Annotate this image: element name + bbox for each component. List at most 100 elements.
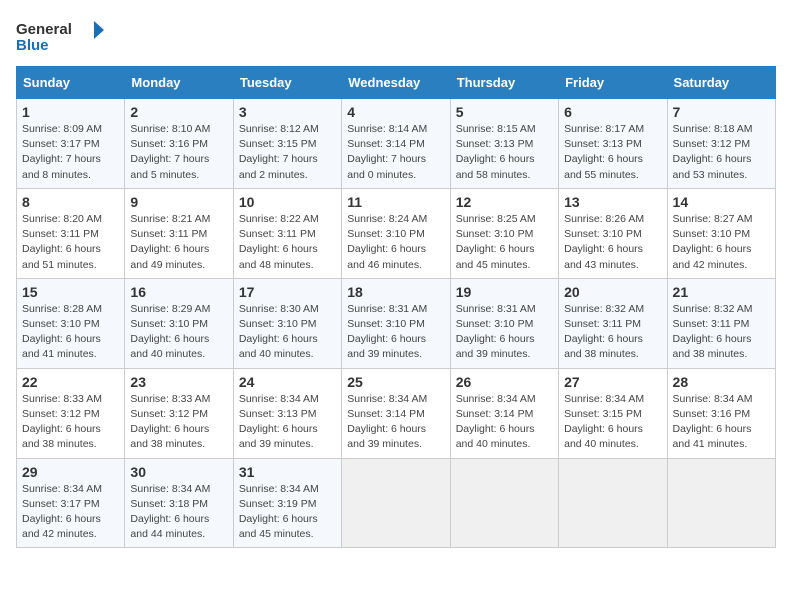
calendar-table: SundayMondayTuesdayWednesdayThursdayFrid… <box>16 66 776 548</box>
calendar-cell: 12 Sunrise: 8:25 AMSunset: 3:10 PMDayligh… <box>450 188 558 278</box>
day-number: 22 <box>22 374 119 390</box>
day-number: 11 <box>347 194 444 210</box>
day-number: 2 <box>130 104 227 120</box>
calendar-cell: 31Sunrise: 8:34 AMSunset: 3:19 PMDayligh… <box>233 458 341 548</box>
svg-text:General: General <box>16 21 72 38</box>
day-detail: Sunrise: 8:34 AMSunset: 3:16 PMDaylight:… <box>673 392 770 453</box>
day-detail: Sunrise: 8:31 AMSunset: 3:10 PMDaylight:… <box>347 302 444 363</box>
day-detail: Sunrise: 8:14 AMSunset: 3:14 PMDaylight:… <box>347 122 444 183</box>
day-number: 31 <box>239 464 336 480</box>
col-header-friday: Friday <box>559 67 667 99</box>
day-number: 16 <box>130 284 227 300</box>
day-number: 24 <box>239 374 336 390</box>
col-header-sunday: Sunday <box>17 67 125 99</box>
day-detail: Sunrise: 8:24 AMSunset: 3:10 PMDaylight:… <box>347 212 444 273</box>
calendar-cell: 8 Sunrise: 8:20 AMSunset: 3:11 PMDaylight… <box>17 188 125 278</box>
calendar-cell: 18 Sunrise: 8:31 AMSunset: 3:10 PMDayligh… <box>342 278 450 368</box>
day-number: 25 <box>347 374 444 390</box>
calendar-cell: 15 Sunrise: 8:28 AMSunset: 3:10 PMDayligh… <box>17 278 125 368</box>
logo-svg: General Blue <box>16 16 106 56</box>
day-detail: Sunrise: 8:32 AMSunset: 3:11 PMDaylight:… <box>564 302 661 363</box>
calendar-cell: 4 Sunrise: 8:14 AMSunset: 3:14 PMDaylight… <box>342 99 450 189</box>
day-number: 9 <box>130 194 227 210</box>
day-number: 14 <box>673 194 770 210</box>
calendar-cell: 23 Sunrise: 8:33 AMSunset: 3:12 PMDayligh… <box>125 368 233 458</box>
calendar-cell: 26Sunrise: 8:34 AMSunset: 3:14 PMDayligh… <box>450 368 558 458</box>
day-number: 26 <box>456 374 553 390</box>
col-header-tuesday: Tuesday <box>233 67 341 99</box>
day-number: 4 <box>347 104 444 120</box>
col-header-wednesday: Wednesday <box>342 67 450 99</box>
calendar-week-row: 8 Sunrise: 8:20 AMSunset: 3:11 PMDaylight… <box>17 188 776 278</box>
day-detail: Sunrise: 8:34 AMSunset: 3:13 PMDaylight:… <box>239 392 336 453</box>
col-header-monday: Monday <box>125 67 233 99</box>
day-number: 1 <box>22 104 119 120</box>
day-detail: Sunrise: 8:34 AMSunset: 3:15 PMDaylight:… <box>564 392 661 453</box>
calendar-cell: 9Sunrise: 8:21 AMSunset: 3:11 PMDaylight… <box>125 188 233 278</box>
day-detail: Sunrise: 8:09 AMSunset: 3:17 PMDaylight:… <box>22 122 119 183</box>
calendar-cell: 3 Sunrise: 8:12 AMSunset: 3:15 PMDaylight… <box>233 99 341 189</box>
day-detail: Sunrise: 8:34 AMSunset: 3:18 PMDaylight:… <box>130 482 227 543</box>
calendar-cell: 29Sunrise: 8:34 AMSunset: 3:17 PMDayligh… <box>17 458 125 548</box>
calendar-cell <box>342 458 450 548</box>
logo: General Blue <box>16 16 106 56</box>
day-detail: Sunrise: 8:33 AMSunset: 3:12 PMDaylight:… <box>22 392 119 453</box>
day-number: 20 <box>564 284 661 300</box>
day-detail: Sunrise: 8:12 AMSunset: 3:15 PMDaylight:… <box>239 122 336 183</box>
calendar-cell: 27 Sunrise: 8:34 AMSunset: 3:15 PMDayligh… <box>559 368 667 458</box>
day-number: 19 <box>456 284 553 300</box>
day-number: 8 <box>22 194 119 210</box>
calendar-header-row: SundayMondayTuesdayWednesdayThursdayFrid… <box>17 67 776 99</box>
day-number: 21 <box>673 284 770 300</box>
day-number: 30 <box>130 464 227 480</box>
day-number: 23 <box>130 374 227 390</box>
day-detail: Sunrise: 8:17 AMSunset: 3:13 PMDaylight:… <box>564 122 661 183</box>
calendar-cell: 1 Sunrise: 8:09 AMSunset: 3:17 PMDaylight… <box>17 99 125 189</box>
day-number: 15 <box>22 284 119 300</box>
day-number: 10 <box>239 194 336 210</box>
day-detail: Sunrise: 8:29 AMSunset: 3:10 PMDaylight:… <box>130 302 227 363</box>
calendar-cell: 5Sunrise: 8:15 AMSunset: 3:13 PMDaylight… <box>450 99 558 189</box>
day-detail: Sunrise: 8:15 AMSunset: 3:13 PMDaylight:… <box>456 122 553 183</box>
calendar-cell <box>559 458 667 548</box>
day-number: 3 <box>239 104 336 120</box>
calendar-cell: 24 Sunrise: 8:34 AMSunset: 3:13 PMDayligh… <box>233 368 341 458</box>
day-detail: Sunrise: 8:31 AMSunset: 3:10 PMDaylight:… <box>456 302 553 363</box>
day-number: 27 <box>564 374 661 390</box>
calendar-week-row: 15 Sunrise: 8:28 AMSunset: 3:10 PMDayligh… <box>17 278 776 368</box>
col-header-thursday: Thursday <box>450 67 558 99</box>
calendar-cell: 13 Sunrise: 8:26 AMSunset: 3:10 PMDayligh… <box>559 188 667 278</box>
calendar-cell <box>450 458 558 548</box>
calendar-cell: 21Sunrise: 8:32 AMSunset: 3:11 PMDayligh… <box>667 278 775 368</box>
calendar-cell: 7Sunrise: 8:18 AMSunset: 3:12 PMDaylight… <box>667 99 775 189</box>
day-detail: Sunrise: 8:26 AMSunset: 3:10 PMDaylight:… <box>564 212 661 273</box>
day-number: 12 <box>456 194 553 210</box>
calendar-cell: 2Sunrise: 8:10 AMSunset: 3:16 PMDaylight… <box>125 99 233 189</box>
day-detail: Sunrise: 8:30 AMSunset: 3:10 PMDaylight:… <box>239 302 336 363</box>
day-number: 28 <box>673 374 770 390</box>
day-detail: Sunrise: 8:28 AMSunset: 3:10 PMDaylight:… <box>22 302 119 363</box>
day-detail: Sunrise: 8:25 AMSunset: 3:10 PMDaylight:… <box>456 212 553 273</box>
day-number: 6 <box>564 104 661 120</box>
calendar-cell: 30 Sunrise: 8:34 AMSunset: 3:18 PMDayligh… <box>125 458 233 548</box>
calendar-week-row: 29Sunrise: 8:34 AMSunset: 3:17 PMDayligh… <box>17 458 776 548</box>
calendar-cell: 20 Sunrise: 8:32 AMSunset: 3:11 PMDayligh… <box>559 278 667 368</box>
calendar-cell: 14 Sunrise: 8:27 AMSunset: 3:10 PMDayligh… <box>667 188 775 278</box>
day-detail: Sunrise: 8:27 AMSunset: 3:10 PMDaylight:… <box>673 212 770 273</box>
day-number: 13 <box>564 194 661 210</box>
calendar-cell: 11 Sunrise: 8:24 AMSunset: 3:10 PMDayligh… <box>342 188 450 278</box>
day-detail: Sunrise: 8:33 AMSunset: 3:12 PMDaylight:… <box>130 392 227 453</box>
calendar-cell <box>667 458 775 548</box>
calendar-week-row: 1 Sunrise: 8:09 AMSunset: 3:17 PMDaylight… <box>17 99 776 189</box>
svg-text:Blue: Blue <box>16 37 49 54</box>
calendar-cell: 10Sunrise: 8:22 AMSunset: 3:11 PMDayligh… <box>233 188 341 278</box>
day-number: 18 <box>347 284 444 300</box>
day-number: 29 <box>22 464 119 480</box>
page-header: General Blue <box>16 16 776 56</box>
day-detail: Sunrise: 8:20 AMSunset: 3:11 PMDaylight:… <box>22 212 119 273</box>
calendar-cell: 17Sunrise: 8:30 AMSunset: 3:10 PMDayligh… <box>233 278 341 368</box>
calendar-cell: 6 Sunrise: 8:17 AMSunset: 3:13 PMDaylight… <box>559 99 667 189</box>
calendar-cell: 25Sunrise: 8:34 AMSunset: 3:14 PMDayligh… <box>342 368 450 458</box>
col-header-saturday: Saturday <box>667 67 775 99</box>
calendar-cell: 22 Sunrise: 8:33 AMSunset: 3:12 PMDayligh… <box>17 368 125 458</box>
